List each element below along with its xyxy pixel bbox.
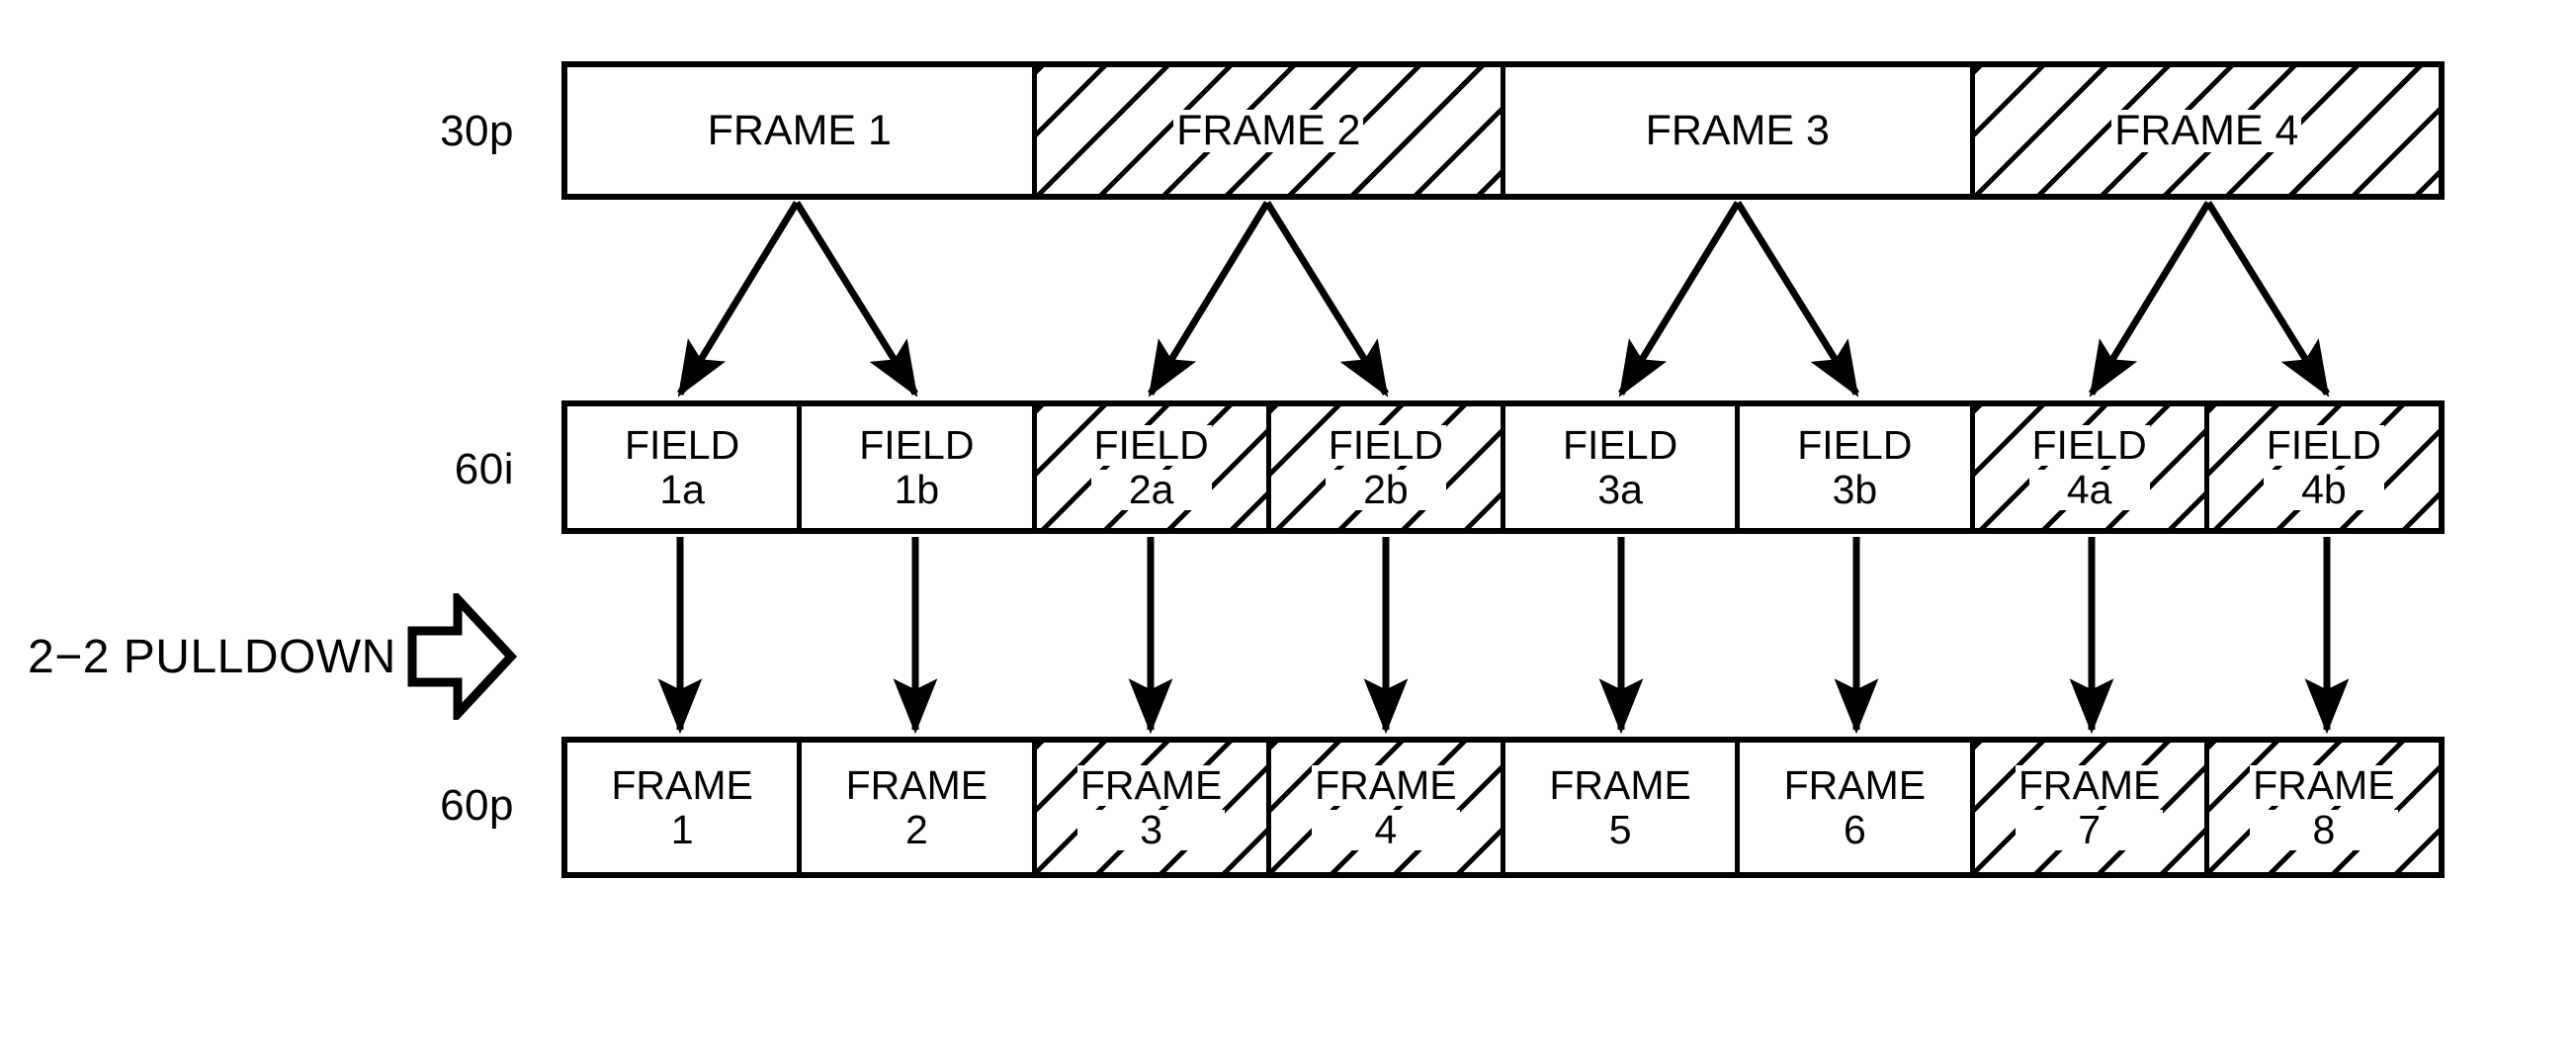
row-60p-cell: FRAME 2 — [802, 743, 1037, 872]
arrow-frame2-field2b — [1264, 201, 1389, 397]
row-30p-band: FRAME 1 FRAME 2 FRAME 3 FRAME 4 — [561, 61, 2445, 200]
cell-text: FIELD 4b — [2262, 424, 2386, 510]
row-60i-cell: FIELD 1a — [567, 406, 803, 528]
arrow-frame4-field4b — [2205, 201, 2330, 397]
cell-text-line2: 6 — [1843, 806, 1866, 852]
cell-text-line1: FRAME — [845, 761, 988, 808]
cell-text-line2: 3a — [1597, 466, 1643, 512]
cell-text-line1: FRAME — [2250, 764, 2398, 806]
cell-text: FRAME 7 — [2014, 764, 2166, 850]
cell-text: FRAME 4 — [1310, 764, 1462, 850]
cell-text-line1: FIELD — [859, 421, 975, 468]
arrow-frame1-field1b — [794, 201, 918, 397]
cell-text: FIELD 2a — [1089, 424, 1214, 510]
row-60p-cell: FRAME 6 — [1740, 743, 1975, 872]
row-60p-cell: FRAME 1 — [567, 743, 803, 872]
cell-text-line1: FRAME — [2015, 764, 2164, 806]
cell-text-line1: FIELD — [1090, 424, 1212, 466]
cell-text: FIELD 2b — [1324, 424, 1448, 510]
row-60i-cell: FIELD 2b — [1270, 406, 1505, 528]
row-60i-band: FIELD 1a FIELD 1b FIELD 2a FIELD 2b FIELD 3a FIELD… — [561, 400, 2445, 534]
row-60i-cell: FIELD 2a — [1036, 406, 1271, 528]
cell-text-line1: FRAME 3 — [1645, 106, 1830, 154]
cell-text-line1: FRAME 4 — [2111, 109, 2302, 152]
cell-text: FRAME 3 — [1075, 764, 1228, 850]
row-60p-cell: FRAME 5 — [1505, 743, 1741, 872]
cell-text-line1: FIELD — [1797, 421, 1913, 468]
cell-text-line1: FIELD — [1325, 424, 1446, 466]
cell-text-line1: FIELD — [1563, 421, 1678, 468]
cell-text-line1: FRAME 1 — [707, 106, 892, 154]
cell-text: FIELD 1b — [857, 421, 976, 512]
cell-text-line2: 1b — [894, 466, 940, 512]
cell-text: FRAME 2 — [844, 761, 990, 852]
arrow-frame4-field4a — [2089, 201, 2211, 397]
cell-text-line2: 3b — [1832, 466, 1878, 512]
cell-text: FRAME 2 — [1171, 109, 1365, 152]
cell-text-line1: FIELD — [625, 421, 740, 468]
cell-text-line1: FRAME — [1312, 764, 1460, 806]
cell-text-line2: 4b — [2263, 469, 2384, 510]
cell-text: FRAME 4 — [2109, 109, 2303, 152]
cell-text-line2: 2 — [904, 806, 928, 852]
row-60i-cell: FIELD 1b — [802, 406, 1037, 528]
cell-text-line1: FRAME — [611, 761, 753, 808]
row-30p-cell: FRAME 3 — [1505, 67, 1975, 194]
arrow-frame2-field2a — [1148, 201, 1270, 397]
diagram-canvas: 30p FRAME 1 FRAME 2 FRAME 3 FRAME 4 60i FIE… — [0, 0, 2576, 1059]
cell-text-line2: 5 — [1608, 806, 1632, 852]
row-60p-band: FRAME 1 FRAME 2 FRAME 3 FRAME 4 FRAME 5 FRAME 6 FRAM… — [561, 737, 2445, 878]
row-60i-cell: FIELD 4a — [1974, 406, 2209, 528]
row-label-30p: 30p — [440, 107, 514, 155]
row-60p-cell: FRAME 4 — [1270, 743, 1505, 872]
row-60i-cell: FIELD 3a — [1505, 406, 1741, 528]
cell-text-line1: FRAME — [1549, 761, 1691, 808]
row-60p-cell: FRAME 3 — [1036, 743, 1271, 872]
cell-text-line1: FRAME — [1783, 761, 1927, 808]
cell-text-line2: 8 — [2250, 809, 2398, 850]
arrow-frame3-field3b — [1735, 201, 1859, 397]
row-30p-cell: FRAME 2 — [1036, 67, 1505, 194]
cell-text: FRAME 1 — [706, 106, 894, 154]
frame-to-field-arrows — [677, 201, 2330, 397]
cell-text-line2: 2a — [1090, 469, 1212, 510]
row-label-60p: 60p — [440, 781, 514, 830]
cell-text: FRAME 6 — [1782, 761, 1929, 852]
cell-text: FRAME 1 — [609, 761, 755, 852]
cell-text: FRAME 3 — [1644, 106, 1832, 154]
cell-text-line1: FRAME 2 — [1173, 109, 1364, 152]
cell-text: FIELD 1a — [623, 421, 741, 512]
cell-text-line2: 1 — [670, 806, 694, 852]
row-60i-cell: FIELD 4b — [2208, 406, 2439, 528]
cell-text-line1: FRAME — [1076, 764, 1226, 806]
arrow-frame3-field3a — [1618, 201, 1741, 397]
row-label-60i: 60i — [454, 445, 514, 493]
row-60p-cell: FRAME 7 — [1974, 743, 2209, 872]
cell-text-line2: 3 — [1076, 809, 1226, 850]
pulldown-label: 2−2 PULLDOWN — [28, 630, 396, 683]
cell-text-line2: 1a — [659, 466, 705, 512]
cell-text: FIELD 3b — [1795, 421, 1914, 512]
row-60i-cell: FIELD 3b — [1740, 406, 1975, 528]
arrow-frame1-field1a — [677, 201, 800, 397]
cell-text: FRAME 5 — [1547, 761, 1693, 852]
cell-text-line2: 4 — [1312, 809, 1460, 850]
cell-text: FRAME 8 — [2248, 764, 2400, 850]
cell-text-line1: FIELD — [2263, 424, 2384, 466]
field-to-frame-arrows — [657, 537, 2350, 735]
cell-text: FIELD 4a — [2027, 424, 2152, 510]
pulldown-annotation: 2−2 PULLDOWN — [28, 587, 517, 726]
row-60p-cell: FRAME 8 — [2208, 743, 2439, 872]
cell-text: FIELD 3a — [1561, 421, 1679, 512]
cell-text-line1: FIELD — [2028, 424, 2150, 466]
row-30p-cell: FRAME 1 — [567, 67, 1037, 194]
cell-text-line2: 7 — [2015, 809, 2164, 850]
cell-text-line2: 4a — [2028, 469, 2150, 510]
row-30p-cell: FRAME 4 — [1974, 67, 2439, 194]
block-arrow-right-icon — [406, 587, 517, 726]
cell-text-line2: 2b — [1325, 469, 1446, 510]
